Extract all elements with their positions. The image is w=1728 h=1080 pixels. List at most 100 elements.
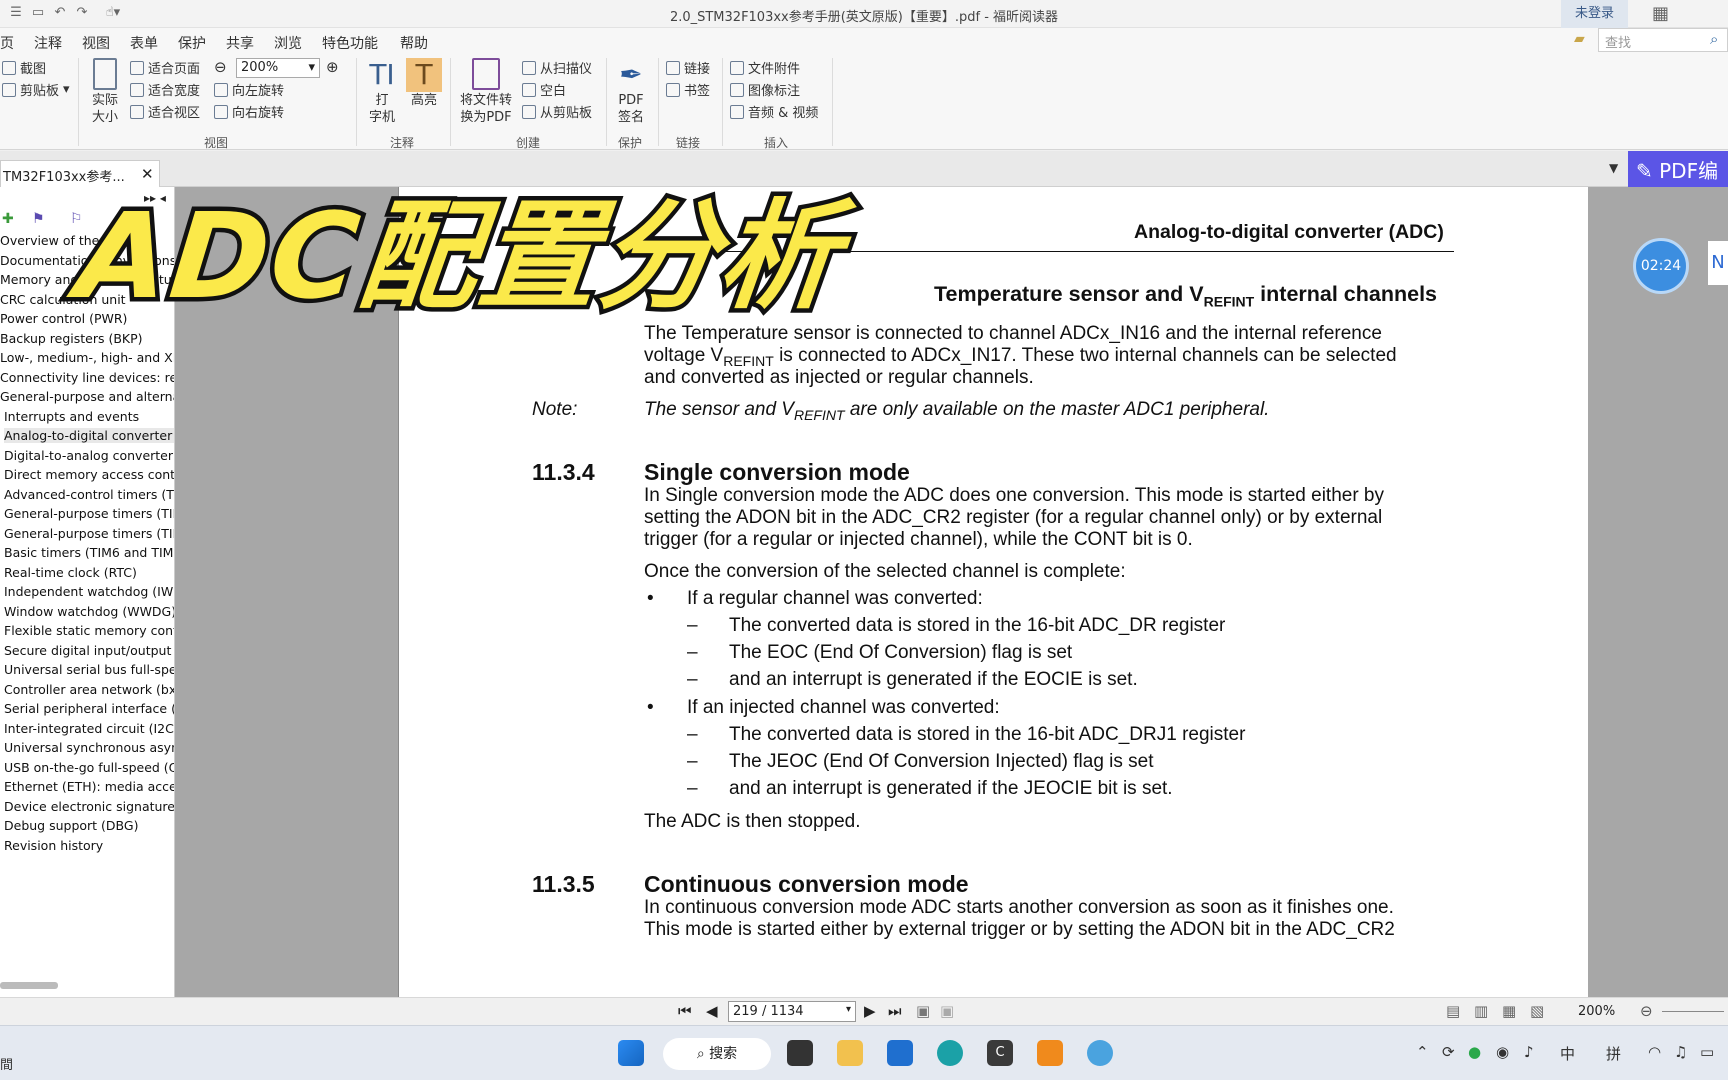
bookmark-item[interactable]: Documentation conventions [0, 253, 174, 268]
ime-chinese[interactable]: 中 [1560, 1043, 1575, 1064]
fit-view-button[interactable]: 适合视区 [130, 102, 200, 121]
close-icon[interactable]: ✕ [141, 165, 154, 183]
bookmark-item[interactable]: Advanced-control timers (TIM1) [4, 487, 174, 502]
bookmark-item[interactable]: Ethernet (ETH): media access [4, 779, 174, 794]
fit-width-button[interactable]: 适合宽度 [130, 80, 200, 99]
bookmark-item[interactable]: CRC calculation unit [0, 292, 126, 307]
zoom-out-icon[interactable]: ⊖ [1640, 1002, 1653, 1020]
add-bookmark-icon[interactable]: ✚ [2, 211, 14, 227]
typewriter-button[interactable]: TI 打字机 [364, 58, 400, 126]
bookmark-action-icon[interactable]: ⚑ [32, 211, 45, 227]
bookmark-options-icon[interactable]: ⚐ [70, 211, 83, 227]
rotate-left-button[interactable]: 向左旋转 [214, 80, 284, 99]
horizontal-scrollbar[interactable] [0, 982, 58, 989]
zoom-slider[interactable] [1662, 1011, 1724, 1012]
store-icon[interactable] [887, 1040, 913, 1066]
bookmark-item[interactable]: Real-time clock (RTC) [4, 565, 137, 580]
next-page-icon[interactable]: ▶ [864, 1002, 876, 1020]
from-clipboard-button[interactable]: 从剪贴板 [522, 102, 592, 121]
wifi-icon[interactable]: ◠ [1648, 1043, 1661, 1061]
document-viewport[interactable]: Analog-to-digital converter (ADC) Temper… [175, 187, 1590, 997]
side-tool-icon[interactable]: N [1708, 241, 1728, 285]
bookmark-item[interactable]: General-purpose timers (TIM9) [4, 526, 174, 541]
redo-icon[interactable]: ↷ [74, 6, 90, 20]
rotate-right-button[interactable]: 向右旋转 [214, 102, 284, 121]
menu-browse[interactable]: 浏览 [274, 33, 302, 53]
bookmark-item[interactable]: Flexible static memory controller [4, 623, 174, 638]
sync-icon[interactable]: ⟳ [1442, 1043, 1455, 1061]
app-icon[interactable] [1087, 1040, 1113, 1066]
menu-help[interactable]: 帮助 [400, 33, 428, 53]
search-icon[interactable]: ⌕ [1710, 30, 1718, 48]
app-menu-icon[interactable]: ☰ [8, 6, 24, 20]
menu-features[interactable]: 特色功能 [322, 33, 378, 53]
foxit-reader-icon[interactable] [1037, 1040, 1063, 1066]
image-annotation-button[interactable]: 图像标注 [730, 80, 800, 99]
terminal-icon[interactable]: C [987, 1040, 1013, 1066]
menu-protect[interactable]: 保护 [178, 33, 206, 53]
taskbar-search[interactable]: ⌕ 搜索 [663, 1038, 771, 1070]
bookmark-item[interactable]: Basic timers (TIM6 and TIM7) [4, 545, 174, 560]
timer-badge[interactable]: 02:24 [1633, 238, 1689, 294]
menu-comment[interactable]: 注释 [34, 33, 62, 53]
file-explorer-icon[interactable] [837, 1040, 863, 1066]
bookmark-item[interactable]: Device electronic signature [4, 799, 174, 814]
bookmark-item[interactable]: Serial peripheral interface (SPI) [4, 701, 174, 716]
document-tab[interactable]: TM32F103xx参考... ✕ [0, 160, 160, 187]
highlight-button[interactable]: T 高亮 [406, 58, 442, 109]
screenshot-button[interactable]: 截图 [2, 58, 46, 77]
menu-form[interactable]: 表单 [130, 33, 158, 53]
continuous-icon[interactable]: ▥ [1474, 1002, 1488, 1020]
pdf-sign-button[interactable]: ✒ PDF 签名 [612, 58, 650, 126]
bookmark-item[interactable]: Power control (PWR) [0, 311, 127, 326]
wechat-icon[interactable]: ● [1468, 1043, 1481, 1061]
facing-icon[interactable]: ▦ [1502, 1002, 1516, 1020]
login-button[interactable]: 未登录 [1560, 0, 1628, 28]
bookmark-item[interactable]: Backup registers (BKP) [0, 331, 143, 346]
bookmark-button[interactable]: 书签 [666, 80, 710, 99]
ime-pinyin[interactable]: 拼 [1606, 1043, 1621, 1064]
bookmark-item[interactable]: General-purpose timers (TIM2) [4, 506, 174, 521]
page-view-icon[interactable]: ▣ [916, 1002, 930, 1020]
from-scanner-button[interactable]: 从扫描仪 [522, 58, 592, 77]
bookmark-item[interactable]: Direct memory access controller [4, 467, 174, 482]
single-page-icon[interactable]: ▤ [1446, 1002, 1460, 1020]
first-page-icon[interactable]: ⏮ [678, 1002, 692, 1020]
menu-page[interactable]: 页 [0, 33, 14, 53]
pdf-editor-banner[interactable]: ✎ PDF编 [1628, 151, 1728, 187]
actual-size-button[interactable]: 实际 大小 [88, 58, 122, 126]
edge-browser-icon[interactable] [937, 1040, 963, 1066]
bookmark-item[interactable]: Interrupts and events [4, 409, 139, 424]
apps-grid-icon[interactable]: ▦ [1652, 4, 1672, 24]
clipboard-button[interactable]: 剪贴板 ▾ [2, 80, 70, 99]
volume-icon[interactable]: ♫ [1674, 1043, 1687, 1061]
bookmark-item[interactable]: General-purpose and alternate-function [0, 389, 174, 404]
prev-page-icon[interactable]: ◀ [706, 1002, 718, 1020]
bookmark-item[interactable]: Revision history [4, 838, 103, 853]
start-icon[interactable] [618, 1040, 644, 1066]
bookmark-item[interactable]: Low-, medium-, high- and XL-density rese… [0, 350, 174, 365]
audio-video-button[interactable]: 音频 & 视频 [730, 102, 818, 121]
chevron-up-icon[interactable]: ⌃ [1416, 1043, 1429, 1061]
page-number-input[interactable]: 219 / 1134 ▾ [728, 1001, 856, 1022]
zoom-select[interactable]: 200% ▾ [236, 58, 320, 78]
menu-share[interactable]: 共享 [226, 33, 254, 53]
bookmark-item[interactable]: Universal synchronous asynchronous [4, 740, 174, 755]
tab-list-dropdown-icon[interactable]: ▼ [1609, 161, 1618, 175]
link-button[interactable]: 链接 [666, 58, 710, 77]
bookmark-item[interactable]: Universal serial bus full-speed [4, 662, 174, 677]
file-attachment-button[interactable]: 文件附件 [730, 58, 800, 77]
bookmark-item[interactable]: Digital-to-analog converter (DAC) [4, 448, 174, 463]
folder-icon[interactable]: ▰ [1574, 31, 1585, 47]
last-page-icon[interactable]: ⏭ [888, 1002, 902, 1020]
zoom-out-icon[interactable]: ⊖ [214, 58, 227, 76]
bookmark-item[interactable]: USB on-the-go full-speed (OTG) [4, 760, 174, 775]
bookmark-item[interactable]: Debug support (DBG) [4, 818, 138, 833]
task-view-icon[interactable] [787, 1040, 813, 1066]
bookmark-item[interactable]: Overview of the manual [0, 233, 150, 248]
fit-page-button[interactable]: 适合页面 [130, 58, 200, 77]
bookmark-item[interactable]: Analog-to-digital converter (ADC) [4, 428, 174, 443]
battery-icon[interactable]: ▭ [1700, 1043, 1714, 1061]
bookmark-item[interactable]: Secure digital input/output interface [4, 643, 174, 658]
microphone-icon[interactable]: ♪ [1524, 1043, 1534, 1061]
